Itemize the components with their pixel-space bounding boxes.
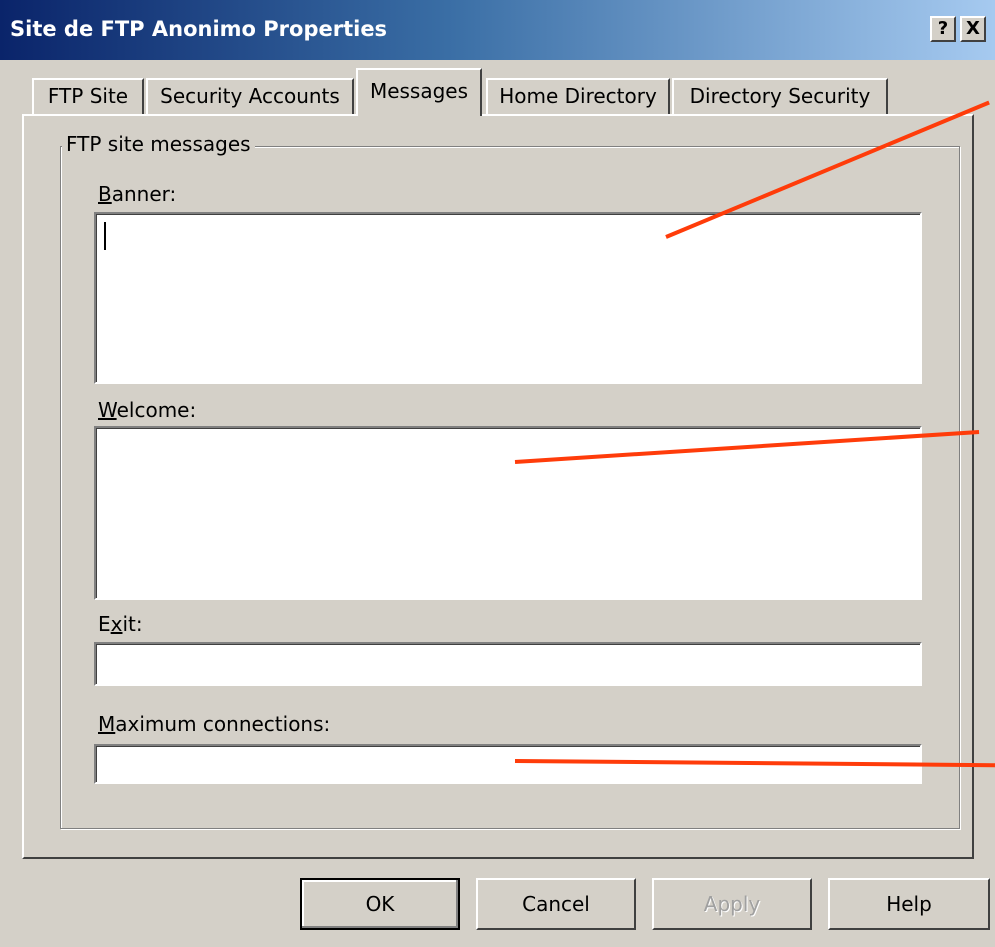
close-button[interactable]: X	[960, 16, 986, 42]
help-title-button[interactable]: ?	[930, 16, 956, 42]
exit-input[interactable]	[94, 642, 922, 686]
text-caret	[104, 222, 106, 250]
welcome-label: Welcome:	[98, 398, 197, 422]
tab-security-accounts[interactable]: Security Accounts	[146, 78, 354, 114]
tab-ftp-site[interactable]: FTP Site	[32, 78, 144, 114]
tab-directory-security[interactable]: Directory Security	[672, 78, 888, 114]
max-connections-label: Maximum connections:	[98, 712, 331, 736]
cancel-button[interactable]: Cancel	[476, 878, 636, 930]
banner-textarea[interactable]	[94, 212, 922, 384]
help-button[interactable]: Help	[828, 878, 990, 930]
ok-button[interactable]: OK	[300, 878, 460, 930]
tab-messages[interactable]: Messages	[356, 68, 482, 116]
banner-label: Banner:	[98, 182, 177, 206]
welcome-textarea[interactable]	[94, 426, 922, 600]
title-bar[interactable]: Site de FTP Anonimo Properties ? X	[0, 0, 995, 60]
window-title: Site de FTP Anonimo Properties	[10, 17, 388, 41]
exit-label: Exit:	[98, 612, 143, 636]
group-title: FTP site messages	[62, 132, 255, 156]
tab-home-directory[interactable]: Home Directory	[486, 78, 670, 114]
apply-button[interactable]: Apply	[652, 878, 812, 930]
